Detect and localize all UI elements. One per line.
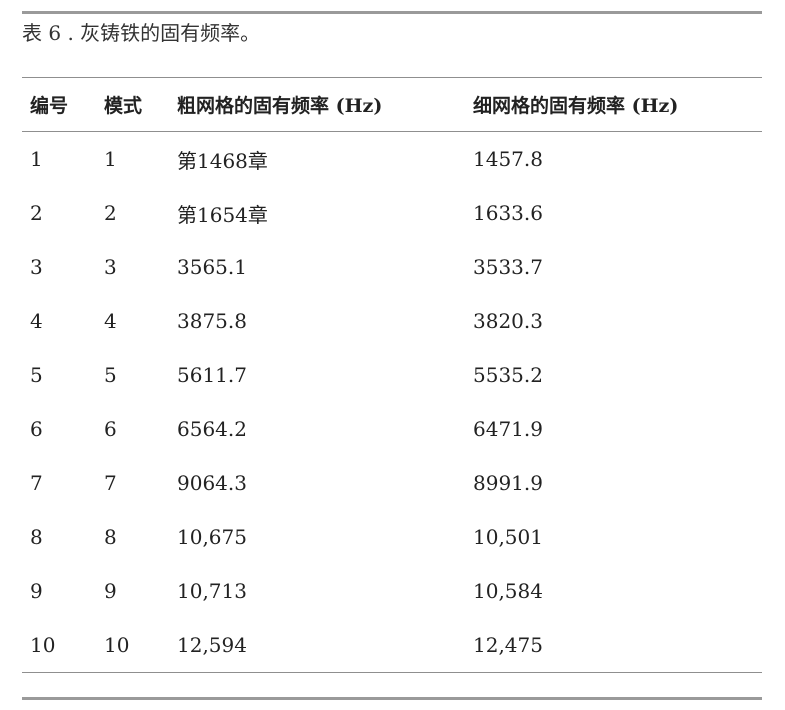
cell-mode: 5 [104,363,117,387]
cell-fine-frequency: 1457.8 [473,147,543,171]
cell-coarse-frequency: 5611.7 [177,363,247,387]
cell-coarse-frequency: 10,713 [177,579,247,603]
cell-fine-frequency: 1633.6 [473,201,543,225]
cell-mode: 10 [104,633,130,657]
cell-fine-frequency: 12,475 [473,633,543,657]
table-row: 8 8 10,675 10,501 [22,510,762,564]
cell-fine-frequency: 10,501 [473,525,543,549]
table-row: 2 2 第1654章 1633.6 [22,186,762,240]
cell-number: 10 [30,633,56,657]
table-row: 4 4 3875.8 3820.3 [22,294,762,348]
cell-fine-frequency: 8991.9 [473,471,543,495]
cell-fine-frequency: 3533.7 [473,255,543,279]
cell-coarse-frequency: 9064.3 [177,471,247,495]
table-row: 9 9 10,713 10,584 [22,564,762,618]
cell-number: 9 [30,579,43,603]
cell-coarse-frequency: 6564.2 [177,417,247,441]
cell-number: 5 [30,363,43,387]
cell-coarse-frequency: 12,594 [177,633,247,657]
cell-number: 6 [30,417,43,441]
cell-mode: 7 [104,471,117,495]
header-number: 编号 [30,95,69,117]
cell-number: 1 [30,147,43,171]
table-row: 7 7 9064.3 8991.9 [22,456,762,510]
cell-coarse-frequency: 第1654章 [177,202,268,227]
footer-rule [22,697,762,700]
cell-coarse-frequency: 3565.1 [177,255,247,279]
cell-fine-frequency: 10,584 [473,579,543,603]
cell-number: 8 [30,525,43,549]
header-coarse-frequency: 粗网格的固有频率 (Hz) [177,95,383,117]
table-row: 3 3 3565.1 3533.7 [22,240,762,294]
cell-coarse-frequency: 第1468章 [177,148,268,173]
cell-mode: 6 [104,417,117,441]
cell-number: 7 [30,471,43,495]
cell-mode: 8 [104,525,117,549]
cell-mode: 4 [104,309,117,333]
table-header-row: 编号 模式 粗网格的固有频率 (Hz) 细网格的固有频率 (Hz) [22,78,762,131]
cell-coarse-frequency: 3875.8 [177,309,247,333]
table-row: 10 10 12,594 12,475 [22,618,762,672]
table-bottom-rule [22,672,762,673]
caption-top-rule [22,11,762,14]
cell-coarse-frequency: 10,675 [177,525,247,549]
cell-mode: 1 [104,147,117,171]
table-row: 1 1 第1468章 1457.8 [22,131,762,186]
cell-fine-frequency: 6471.9 [473,417,543,441]
table-row: 6 6 6564.2 6471.9 [22,402,762,456]
cell-number: 3 [30,255,43,279]
cell-fine-frequency: 3820.3 [473,309,543,333]
cell-number: 4 [30,309,43,333]
cell-number: 2 [30,201,43,225]
header-fine-frequency: 细网格的固有频率 (Hz) [473,95,679,117]
cell-mode: 9 [104,579,117,603]
table-row: 5 5 5611.7 5535.2 [22,348,762,402]
header-mode: 模式 [104,95,143,117]
cell-mode: 2 [104,201,117,225]
table-caption: 表 6 . 灰铸铁的固有频率。 [22,21,261,45]
cell-mode: 3 [104,255,117,279]
natural-frequency-table: 编号 模式 粗网格的固有频率 (Hz) 细网格的固有频率 (Hz) 1 1 第1… [22,78,762,672]
cell-fine-frequency: 5535.2 [473,363,543,387]
